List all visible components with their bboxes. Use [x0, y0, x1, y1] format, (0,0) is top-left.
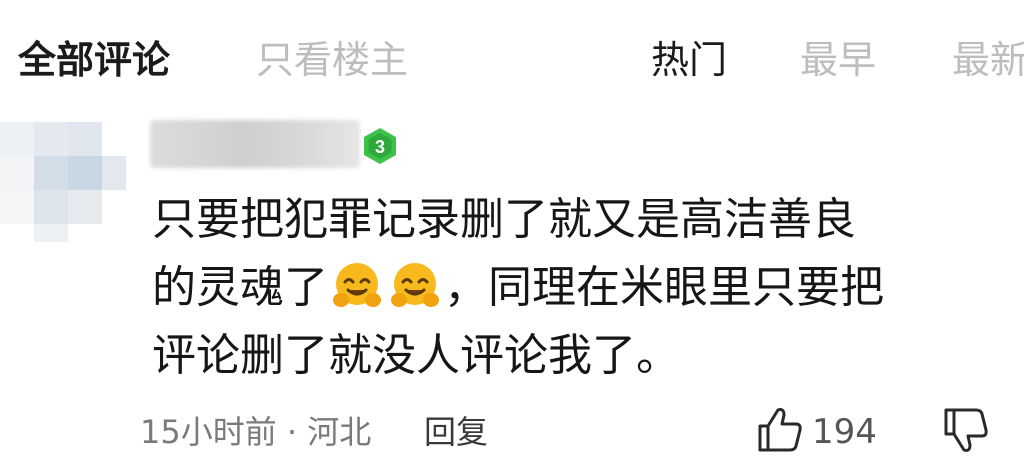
sort-hot[interactable]: 热门 — [651, 32, 727, 88]
reply-button[interactable]: 回复 — [424, 408, 488, 456]
tab-op-only[interactable]: 只看楼主 — [256, 32, 408, 88]
like-count: 194 — [812, 412, 877, 452]
sort-newest[interactable]: 最新 — [952, 32, 1024, 88]
comment-body: 只要把犯罪记录删了就又是高洁善良 的灵魂了 ，同理在米眼里只要把 评论删了就没人… — [152, 186, 1012, 390]
level-badge-number: 3 — [375, 137, 385, 157]
comment-line-1: 只要把犯罪记录删了就又是高洁善良 — [152, 194, 856, 245]
thumbs-up-icon[interactable] — [756, 404, 804, 456]
comment-header: 全部评论 只看楼主 热门 最早 最新 — [0, 0, 1024, 110]
hugging-face-emoji-icon — [390, 260, 440, 310]
comment-text-segment: ，同理在米眼里只要把 — [444, 262, 884, 313]
username-redacted[interactable] — [150, 120, 360, 168]
thumbs-down-icon[interactable] — [940, 404, 992, 456]
hugging-face-emoji-icon — [332, 260, 382, 310]
comment-line-3: 评论删了就没人评论我了。 — [152, 330, 680, 381]
tab-all-comments[interactable]: 全部评论 — [18, 32, 170, 88]
level-badge-icon: 3 — [360, 126, 400, 166]
comment-line-2: 的灵魂了 ，同理在米眼里只要把 — [152, 254, 1012, 322]
comment-section: 全部评论 只看楼主 热门 最早 最新 3 只要把犯罪记录删了就又是高洁善良 的灵… — [0, 0, 1024, 476]
sort-earliest[interactable]: 最早 — [800, 32, 876, 88]
comment-text-segment: 的灵魂了 — [152, 262, 328, 313]
comment-time-location: 15小时前 · 河北 — [140, 413, 372, 451]
avatar[interactable] — [0, 112, 130, 242]
